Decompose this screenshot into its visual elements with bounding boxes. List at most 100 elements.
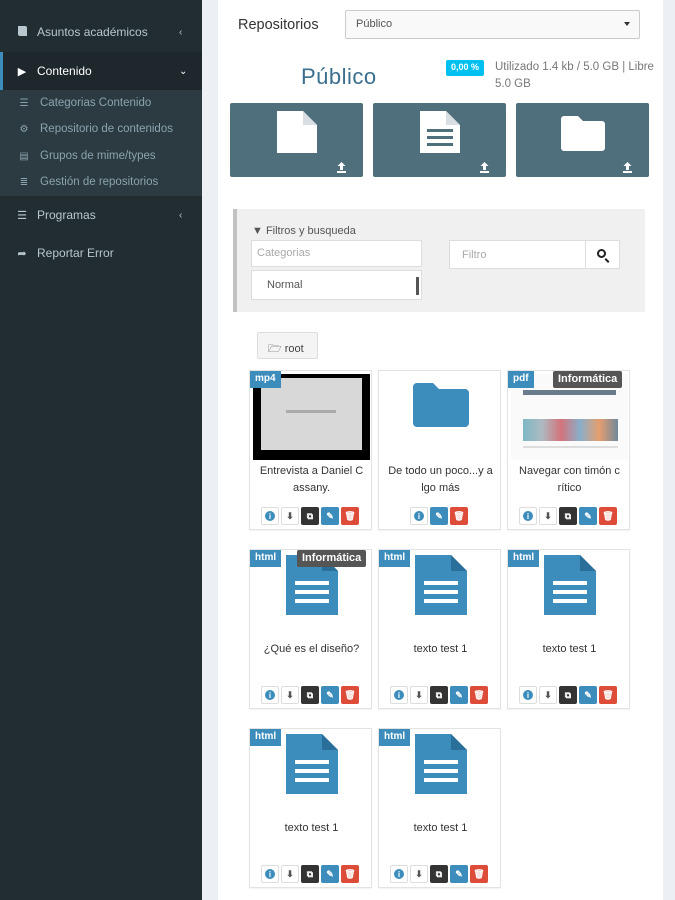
delete-button[interactable]: 🗑 (341, 865, 359, 883)
repo-select[interactable]: Público (345, 10, 640, 39)
info-button[interactable]: i (390, 865, 408, 883)
card-title[interactable]: ¿Qué es el diseño? (253, 641, 370, 658)
delete-button[interactable]: 🗑 (599, 686, 617, 704)
usage-text: Utilizado 1.4 kb / 5.0 GB | Libre 5.0 GB (495, 61, 654, 90)
content-card[interactable]: html texto test 1 i ⬇ ⧉ ✎ 🗑 (249, 728, 372, 888)
caret-down-icon (624, 22, 630, 26)
sidebar-subitem-repositorio[interactable]: ⚙ Repositorio de contenidos (0, 116, 202, 142)
folder-thumbnail[interactable] (382, 374, 499, 460)
content-card[interactable]: html texto test 1 i ⬇ ⧉ ✎ 🗑 (507, 549, 630, 709)
search-icon (597, 249, 606, 258)
root-folder-button[interactable]: 🗁 root (257, 332, 318, 359)
sidebar-item-reportar-error[interactable]: ➦ Reportar Error (0, 240, 202, 266)
filter-title: ▼ Filtros y busqueda (252, 225, 356, 237)
upload-file-button[interactable] (230, 103, 363, 177)
edit-icon: ✎ (584, 689, 592, 700)
upload-document-button[interactable] (373, 103, 506, 177)
card-title[interactable]: texto test 1 (511, 641, 628, 658)
edit-icon: ✎ (584, 510, 592, 521)
edit-button[interactable]: ✎ (579, 507, 597, 525)
type-select[interactable]: Normal (251, 270, 422, 300)
card-title[interactable]: Navegar con timón c rítico (511, 463, 628, 497)
edit-button[interactable]: ✎ (321, 507, 339, 525)
delete-button[interactable]: 🗑 (599, 507, 617, 525)
sidebar-item-asuntos-academicos[interactable]: Asuntos académicos ‹ (0, 19, 202, 45)
sidebar-item-contenido[interactable]: ▶ Contenido ⌄ (0, 52, 202, 90)
type-select-value: Normal (267, 279, 303, 291)
card-title[interactable]: De todo un poco...y a lgo más (382, 463, 499, 497)
info-button[interactable]: i (261, 686, 279, 704)
download-button[interactable]: ⬇ (539, 507, 557, 525)
copy-button[interactable]: ⧉ (430, 865, 448, 883)
edit-button[interactable]: ✎ (321, 865, 339, 883)
file-text-icon (544, 555, 596, 615)
edit-button[interactable]: ✎ (321, 686, 339, 704)
content-card[interactable]: html texto test 1 i ⬇ ⧉ ✎ 🗑 (378, 549, 501, 709)
copy-button[interactable]: ⧉ (301, 686, 319, 704)
sidebar-item-programas[interactable]: ☰ Programas ‹ (0, 202, 202, 228)
pdf-illustration (523, 419, 618, 441)
delete-button[interactable]: 🗑 (341, 686, 359, 704)
info-button[interactable]: i (261, 865, 279, 883)
category-input[interactable]: Categorias (251, 240, 422, 267)
copy-button[interactable]: ⧉ (559, 507, 577, 525)
content-card[interactable]: mp4 Entrevista a Daniel C assany. i ⬇ ⧉ … (249, 370, 372, 530)
copy-icon: ⧉ (306, 868, 314, 879)
download-button[interactable]: ⬇ (281, 686, 299, 704)
edit-icon: ✎ (326, 510, 334, 521)
pdf-text-line (523, 446, 618, 448)
card-actions: i ⬇ ⧉ ✎ 🗑 (261, 507, 359, 525)
copy-button[interactable]: ⧉ (301, 865, 319, 883)
delete-button[interactable]: 🗑 (470, 865, 488, 883)
card-actions: i ⬇ ⧉ ✎ 🗑 (390, 865, 488, 883)
folder-open-icon: 🗁 (268, 343, 282, 355)
sidebar-subitem-gestion[interactable]: ≣ Gestión de repositorios (0, 169, 202, 195)
sidebar-subitem-mime[interactable]: ▤ Grupos de mime/types (0, 143, 202, 169)
copy-button[interactable]: ⧉ (301, 507, 319, 525)
sidebar-subitem-categorias[interactable]: ☰ Categorias Contenido (0, 90, 202, 116)
info-button[interactable]: i (390, 686, 408, 704)
copy-button[interactable]: ⧉ (559, 686, 577, 704)
content-card[interactable]: html Informática ¿Qué es el diseño? i ⬇ … (249, 549, 372, 709)
info-button[interactable]: i (410, 507, 428, 525)
info-button[interactable]: i (519, 507, 537, 525)
filter-title-text: Filtros y busqueda (265, 225, 356, 237)
upload-folder-button[interactable] (516, 103, 649, 177)
sidebar: Asuntos académicos ‹ ▶ Contenido ⌄ ☰ Cat… (0, 0, 202, 900)
card-title[interactable]: texto test 1 (382, 641, 499, 658)
info-button[interactable]: i (261, 507, 279, 525)
download-button[interactable]: ⬇ (281, 507, 299, 525)
card-title[interactable]: texto test 1 (253, 820, 370, 837)
video-frame (261, 378, 362, 450)
sidebar-item-label: Programas (37, 208, 96, 222)
info-icon: i (265, 690, 275, 700)
select-arrow-icon (416, 277, 419, 295)
download-button[interactable]: ⬇ (281, 865, 299, 883)
type-badge: html (379, 550, 411, 567)
download-button[interactable]: ⬇ (410, 865, 428, 883)
delete-button[interactable]: 🗑 (470, 686, 488, 704)
edit-button[interactable]: ✎ (450, 686, 468, 704)
search-input[interactable]: Filtro (449, 240, 586, 269)
content-card[interactable]: html texto test 1 i ⬇ ⧉ ✎ 🗑 (378, 728, 501, 888)
edit-button[interactable]: ✎ (430, 507, 448, 525)
info-icon: i (394, 869, 404, 879)
edit-button[interactable]: ✎ (450, 865, 468, 883)
type-badge: html (508, 550, 540, 567)
usage-badge: 0,00 % (446, 60, 485, 76)
download-button[interactable]: ⬇ (410, 686, 428, 704)
delete-button[interactable]: 🗑 (450, 507, 468, 525)
info-button[interactable]: i (519, 686, 537, 704)
search-button[interactable] (585, 240, 620, 269)
download-button[interactable]: ⬇ (539, 686, 557, 704)
copy-button[interactable]: ⧉ (430, 686, 448, 704)
card-title[interactable]: texto test 1 (382, 820, 499, 837)
delete-button[interactable]: 🗑 (341, 507, 359, 525)
content-card[interactable]: De todo un poco...y a lgo más i ✎ 🗑 (378, 370, 501, 530)
download-icon: ⬇ (286, 868, 294, 879)
content-card[interactable]: pdf Informática Navegar con timón c ríti… (507, 370, 630, 530)
card-title[interactable]: Entrevista a Daniel C assany. (253, 463, 370, 497)
repo-label: Repositorios (238, 17, 319, 33)
search-placeholder: Filtro (462, 249, 487, 261)
edit-button[interactable]: ✎ (579, 686, 597, 704)
